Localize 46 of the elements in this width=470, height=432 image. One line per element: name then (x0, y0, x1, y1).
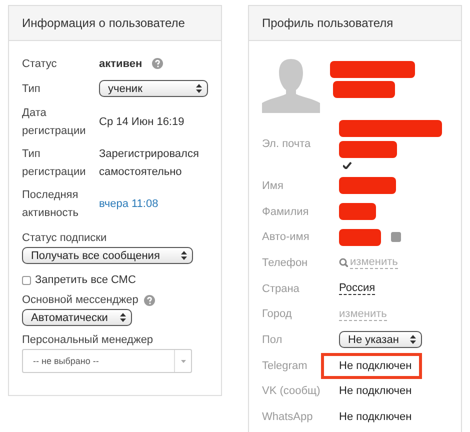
manager-select[interactable]: -- не выбрано -- (22, 349, 192, 373)
field-label: Фамилия (262, 206, 310, 218)
field-label: Страна (262, 282, 300, 295)
field-label: Основной мессенджер (22, 294, 138, 306)
status-value: активен (99, 58, 142, 70)
field-value: Ср 14 Июн 16:19 (99, 114, 184, 130)
field-label: Персональный менеджер (22, 334, 154, 346)
field-value: Не подключен (339, 360, 412, 372)
updown-arrows-icon (410, 335, 416, 344)
caret-icon (180, 360, 186, 362)
checkbox-label: Запретить все СМС (35, 274, 136, 286)
field-value: Не подключен (339, 411, 412, 424)
redaction-mark (339, 177, 396, 194)
field-label: WhatsApp (262, 411, 314, 424)
field-label: Пол (262, 334, 284, 346)
field-label: Имя (262, 180, 284, 192)
field-label: Эл. почта (262, 138, 312, 150)
country-link[interactable]: Россия (339, 282, 376, 296)
card-title: Информация о пользователе (22, 16, 185, 30)
checkbox[interactable] (22, 276, 31, 284)
activity-link[interactable]: вчера 11:08 (99, 194, 158, 212)
type-select[interactable]: ученик (99, 80, 208, 97)
field-label: Тип (22, 82, 42, 94)
subscription-select[interactable]: Получать все сообщения (22, 247, 193, 264)
redaction-mark (339, 203, 376, 220)
messenger-select[interactable]: Автоматически (22, 309, 132, 326)
card-title: Профиль пользователя (262, 16, 394, 30)
field-label: Последняя активность (22, 188, 80, 220)
field-label: Дата регистрации (22, 106, 87, 138)
updown-arrows-icon (181, 251, 187, 260)
field-label: Город (262, 308, 293, 320)
field-label: Статус подписки (22, 232, 108, 244)
field-label: Авто-имя (262, 231, 310, 244)
field-label: Статус (22, 58, 58, 70)
redaction-mark (339, 228, 381, 246)
checkbox[interactable] (391, 232, 401, 242)
updown-arrows-icon (196, 84, 202, 93)
redaction-mark (339, 141, 397, 158)
field-label: Тип регистрации (22, 146, 87, 180)
field-value: Не подключен (339, 385, 412, 398)
field-label: Телефон (262, 256, 309, 269)
field-label: VK (сообщ) (262, 385, 322, 398)
field-value: Зарегистрировался самостоятельно (99, 146, 200, 180)
gender-select[interactable]: Не указан (339, 331, 422, 348)
field-label: Telegram (262, 360, 308, 372)
updown-arrows-icon (120, 313, 126, 322)
